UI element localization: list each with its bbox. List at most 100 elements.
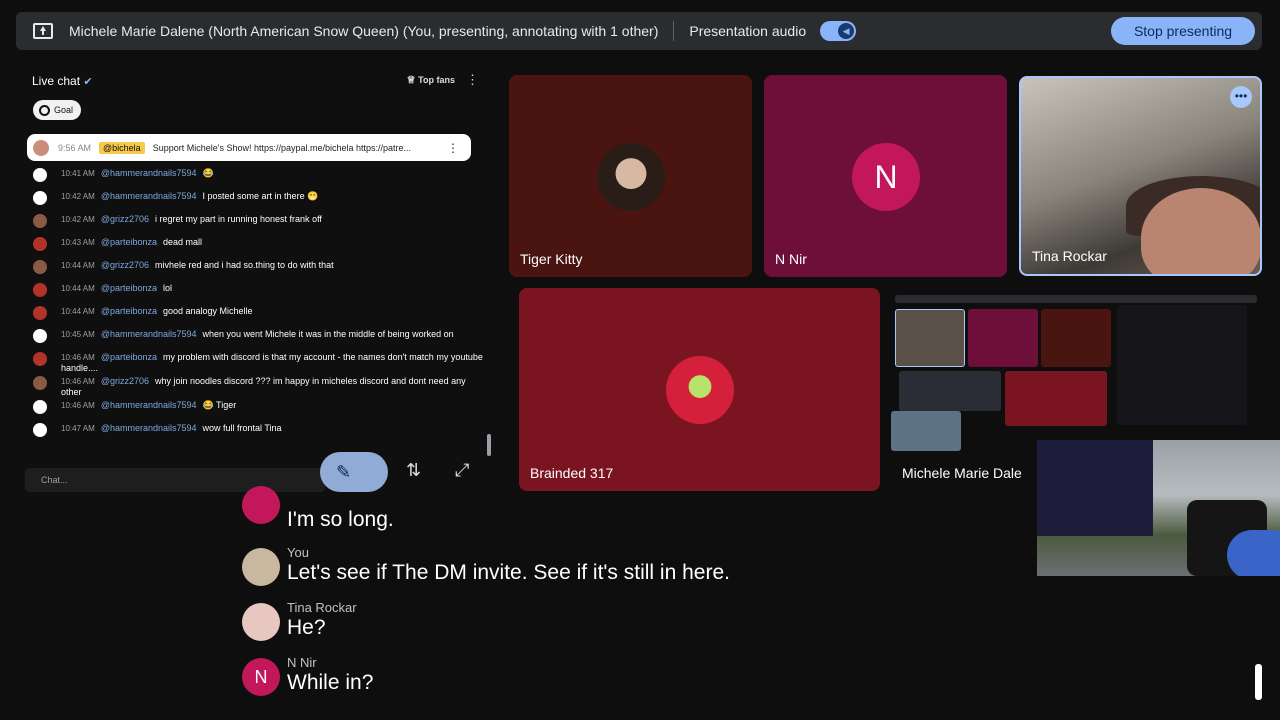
message-text: wow full frontal Tina bbox=[202, 423, 282, 433]
message-time: 10:47 AM bbox=[61, 424, 95, 433]
avatar bbox=[33, 376, 47, 390]
target-icon bbox=[39, 104, 50, 116]
message-handle[interactable]: @parteibonza bbox=[101, 306, 157, 316]
presenter-title: Michele Marie Dalene (North American Sno… bbox=[69, 23, 659, 39]
message-handle[interactable]: @parteibonza bbox=[101, 352, 157, 362]
avatar: N bbox=[242, 658, 280, 696]
message-text: 😂 Tiger bbox=[202, 400, 237, 410]
stop-presenting-button[interactable]: Stop presenting bbox=[1111, 17, 1255, 45]
participant-tile-brainded-317[interactable]: Brainded 317 bbox=[519, 288, 880, 491]
pinned-message[interactable]: 9:56 AM @bichela Support Michele's Show!… bbox=[27, 134, 471, 161]
message-text: when you went Michele it was in the midd… bbox=[202, 329, 454, 339]
chat-input[interactable]: Chat... bbox=[25, 468, 325, 492]
presenting-bar: Michele Marie Dalene (North American Sno… bbox=[16, 12, 1262, 50]
live-chat-title: Live chat bbox=[32, 74, 81, 88]
pen-icon: ✎ bbox=[336, 462, 352, 482]
captions-scrollbar[interactable] bbox=[1255, 664, 1262, 700]
message-handle[interactable]: @hammerandnails7594 bbox=[101, 168, 197, 178]
mini-chat bbox=[1117, 305, 1247, 425]
more-options-icon[interactable]: ⋮ bbox=[447, 141, 459, 155]
mini-topbar bbox=[895, 295, 1257, 303]
message-text: I posted some art in there 😁 bbox=[202, 191, 319, 201]
chat-message: 10:42 AM @hammerandnails7594 I posted some… bbox=[33, 189, 483, 212]
message-handle[interactable]: @grizz2706 bbox=[101, 376, 149, 386]
avatar bbox=[33, 260, 47, 274]
message-handle[interactable]: @parteibonza bbox=[101, 283, 157, 293]
avatar bbox=[33, 423, 47, 437]
avatar bbox=[242, 548, 280, 586]
avatar: N bbox=[852, 143, 920, 211]
participant-name: Tiger Kitty bbox=[520, 251, 583, 267]
message-time: 10:46 AM bbox=[61, 377, 95, 386]
chat-message: 10:42 AM @grizz2706 i regret my part in ru… bbox=[33, 212, 483, 235]
message-time: 10:46 AM bbox=[61, 353, 95, 362]
presentation-audio-toggle[interactable]: ◀ bbox=[820, 21, 857, 41]
message-text: lol bbox=[162, 283, 172, 293]
goal-label: Goal bbox=[54, 105, 74, 115]
participant-tile-tiger-kitty[interactable]: Tiger Kitty bbox=[509, 75, 752, 277]
captions-area: I'm so long. You Let's see if The DM invit… bbox=[0, 486, 1280, 720]
message-handle[interactable]: @hammerandnails7594 bbox=[101, 400, 197, 410]
message-handle[interactable]: @grizz2706 bbox=[101, 260, 149, 270]
avatar bbox=[33, 168, 47, 182]
message-time: 10:45 AM bbox=[61, 330, 95, 339]
message-handle[interactable]: @parteibonza bbox=[101, 237, 157, 247]
more-options-icon[interactable]: ⋮ bbox=[466, 72, 479, 88]
caption-text: I'm so long. bbox=[287, 508, 394, 531]
live-chat-panel: Live chat ✔ ♕ Top fans ⋮ Goal 9:56 AM @b… bbox=[17, 66, 495, 496]
avatar bbox=[33, 214, 47, 228]
message-text: dead mall bbox=[162, 237, 203, 247]
avatar bbox=[33, 329, 47, 343]
chat-message: 10:44 AM @parteibonza lol bbox=[33, 281, 483, 304]
avatar bbox=[33, 237, 47, 251]
avatar bbox=[242, 486, 280, 524]
message-handle[interactable]: @hammerandnails7594 bbox=[101, 329, 197, 339]
message-time: 10:42 AM bbox=[61, 215, 95, 224]
more-options-icon[interactable]: ••• bbox=[1230, 86, 1252, 108]
message-handle[interactable]: @hammerandnails7594 bbox=[101, 191, 197, 201]
top-fans-label: Top fans bbox=[418, 75, 455, 85]
chat-message: 10:44 AM @parteibonza good analogy Michell… bbox=[33, 304, 483, 327]
pinned-text: Support Michele's Show! https://paypal.m… bbox=[152, 142, 412, 153]
chat-message-list: 10:41 AM @hammerandnails7594 😂 10:42 AM @ham… bbox=[33, 166, 483, 444]
message-text: mivhele red and i had so.thing to do wit… bbox=[154, 260, 334, 270]
mini-tile bbox=[899, 371, 1001, 411]
message-text: 😂 bbox=[202, 168, 214, 178]
message-time: 10:41 AM bbox=[61, 169, 95, 178]
message-text: good analogy Michelle bbox=[162, 306, 253, 316]
chat-message: 10:41 AM @hammerandnails7594 😂 bbox=[33, 166, 483, 189]
message-time: 10:44 AM bbox=[61, 284, 95, 293]
chat-message: 10:43 AM @parteibonza dead mall bbox=[33, 235, 483, 258]
crown-icon: ♕ bbox=[406, 75, 416, 86]
participant-name: Brainded 317 bbox=[530, 465, 614, 481]
chat-message: 10:47 AM @hammerandnails7594 wow full fron… bbox=[33, 421, 483, 444]
swap-icon[interactable]: ⇅ bbox=[406, 460, 421, 481]
participant-name: Tina Rockar bbox=[1032, 248, 1107, 264]
avatar bbox=[597, 143, 665, 211]
presentation-audio-label: Presentation audio bbox=[689, 23, 807, 39]
caption-text: Let's see if The DM invite. See if it's … bbox=[287, 561, 730, 584]
chevron-down-icon[interactable]: ✔ bbox=[83, 76, 92, 88]
message-handle[interactable]: @hammerandnails7594 bbox=[101, 423, 197, 433]
message-time: 10:44 AM bbox=[61, 307, 95, 316]
mini-tile bbox=[891, 411, 961, 451]
message-time: 10:42 AM bbox=[61, 192, 95, 201]
top-fans-button[interactable]: ♕ Top fans bbox=[407, 75, 455, 86]
avatar bbox=[33, 352, 47, 366]
avatar bbox=[33, 400, 47, 414]
expand-icon[interactable]: ⤢ bbox=[455, 460, 469, 481]
mini-tile bbox=[1041, 309, 1111, 367]
participant-tile-n-nir[interactable]: N N Nir bbox=[764, 75, 1007, 277]
pinned-time: 9:56 AM bbox=[58, 142, 92, 153]
mini-tile bbox=[895, 309, 965, 367]
chat-scrollbar[interactable] bbox=[487, 434, 491, 456]
avatar bbox=[33, 283, 47, 297]
participant-tile-tina-rockar[interactable]: ••• Tina Rockar bbox=[1019, 76, 1262, 276]
message-handle[interactable]: @grizz2706 bbox=[101, 214, 149, 224]
avatar bbox=[33, 139, 49, 156]
goal-chip[interactable]: Goal bbox=[33, 100, 82, 120]
message-time: 10:44 AM bbox=[61, 261, 95, 270]
annotation-toolbar-button[interactable]: ✎ bbox=[320, 452, 388, 492]
caption-text: While in? bbox=[287, 671, 374, 694]
avatar bbox=[242, 603, 280, 641]
